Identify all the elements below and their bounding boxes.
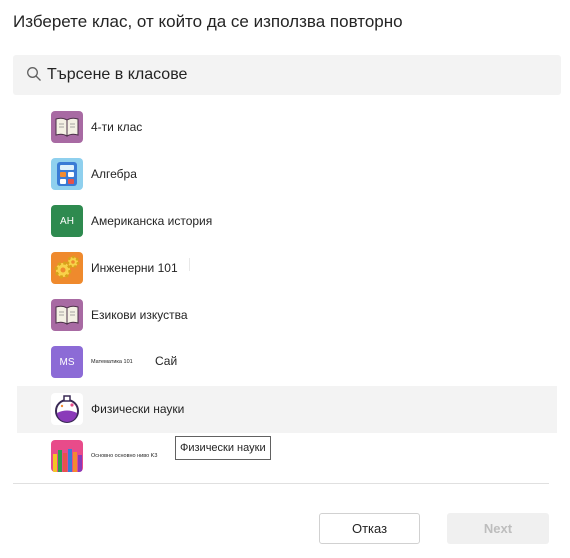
class-item-american-history[interactable]: AH Американска история bbox=[17, 198, 557, 245]
tooltip: Физически науки bbox=[175, 436, 271, 460]
class-label: Американска история bbox=[91, 214, 213, 228]
class-label: Основно основно ниво K3 bbox=[91, 453, 158, 459]
footer-divider bbox=[13, 483, 549, 484]
flask-icon bbox=[51, 393, 83, 425]
class-item-algebra[interactable]: Алгебра bbox=[17, 151, 557, 198]
calculator-icon bbox=[51, 158, 83, 190]
class-item-engineering[interactable]: Инженерни 101 bbox=[17, 245, 557, 292]
class-item-4th-grade[interactable]: 4-ти клас bbox=[17, 104, 557, 151]
class-initials-avatar: MS bbox=[51, 346, 83, 378]
class-label: Алгебра bbox=[91, 167, 137, 181]
gears-icon bbox=[51, 252, 83, 284]
search-placeholder: Търсене в класове bbox=[47, 66, 188, 83]
class-label: 4-ти клас bbox=[91, 120, 143, 134]
text-cursor-mark bbox=[189, 258, 190, 271]
class-item-physical-science[interactable]: Физически науки bbox=[17, 386, 557, 433]
class-item-math-101[interactable]: MS Математика 101 Сай bbox=[17, 339, 557, 386]
next-button[interactable]: Next bbox=[447, 513, 549, 544]
class-item-language-arts[interactable]: Езикови изкуства bbox=[17, 292, 557, 339]
class-extra-label: Сай bbox=[155, 354, 178, 368]
class-label: Инженерни 101 bbox=[91, 261, 178, 275]
class-initials-avatar: AH bbox=[51, 205, 83, 237]
class-label: Физически науки bbox=[91, 402, 185, 416]
search-icon bbox=[26, 66, 42, 82]
cancel-button[interactable]: Отказ bbox=[319, 513, 420, 544]
class-item-basic-k3[interactable]: Основно основно ниво K3 bbox=[17, 433, 557, 480]
book-icon bbox=[51, 299, 83, 331]
class-label: Езикови изкуства bbox=[91, 308, 188, 322]
class-label: Математика 101 bbox=[91, 359, 133, 365]
pencils-icon bbox=[51, 440, 83, 472]
dialog-title: Изберете клас, от който да се използва п… bbox=[13, 12, 403, 31]
search-box[interactable]: Търсене в класове bbox=[13, 55, 561, 95]
book-icon bbox=[51, 111, 83, 143]
